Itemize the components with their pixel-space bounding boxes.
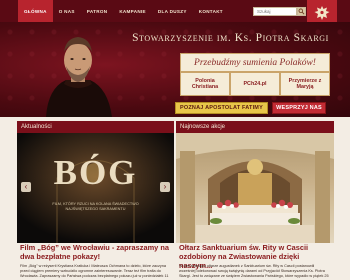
nav-item-kampanie[interactable]: KAMPANIE <box>113 0 152 22</box>
news-article-title[interactable]: Film „Bóg” we Wrocławiu - zapraszamy na … <box>20 243 172 262</box>
hero-banner: Stowarzyszenie im. Ks. Piotra Skargi Prz… <box>0 22 350 117</box>
motto-banner: Przebudźmy sumienia Polaków! <box>180 53 330 72</box>
nav-item-patron[interactable]: PATRON <box>81 0 114 22</box>
nav-item-glowna[interactable]: GŁÓWNA <box>18 0 53 22</box>
next-arrow-icon[interactable]: › <box>160 182 170 192</box>
hero-panel: Przebudźmy sumienia Polaków! Polonia Chr… <box>175 52 330 117</box>
patron-portrait <box>46 37 112 117</box>
events-header: Najnowsze akcje <box>176 121 334 133</box>
site-button-pch24[interactable]: PCh24.pl <box>230 72 280 96</box>
film-title: BÓG <box>53 153 138 192</box>
hero-title: Stowarzyszenie im. Ks. Piotra Skargi <box>132 32 329 44</box>
nav-item-o-nas[interactable]: O NAS <box>53 0 81 22</box>
partner-sites: Polonia Christiana PCh24.pl Przymierze z… <box>180 72 330 96</box>
search-button[interactable] <box>297 7 306 16</box>
top-navigation: GŁÓWNA O NAS PATRON KAMPANIE DLA DUSZY K… <box>0 0 350 26</box>
search-input[interactable] <box>253 7 297 16</box>
events-photo[interactable] <box>176 133 334 243</box>
nav-menu: GŁÓWNA O NAS PATRON KAMPANIE DLA DUSZY K… <box>18 0 229 22</box>
events-article-text: W tym miesiącu ołtarze augustianek z San… <box>179 264 329 280</box>
events-section: Najnowsze akcje Ołtarz Sanktuarium św. R… <box>176 121 334 280</box>
film-tagline: FILM, KTÓRY RZUCI NA KOLANA ŚWIADECTWO N… <box>52 202 139 211</box>
support-us-button[interactable]: WESPRZYJ NAS <box>272 102 326 114</box>
news-photo[interactable]: BÓG FILM, KTÓRY RZUCI NA KOLANA ŚWIADECT… <box>17 133 174 243</box>
nav-item-dla-duszy[interactable]: DLA DUSZY <box>152 0 193 22</box>
fatima-apostolate-button[interactable]: POZNAJ APOSTOLAT FATIMY <box>175 102 268 114</box>
news-section: Aktualności BÓG FILM, KTÓRY RZUCI NA KOL… <box>17 121 174 280</box>
prev-arrow-icon[interactable]: ‹ <box>21 182 31 192</box>
site-button-przymierze[interactable]: Przymierze z Maryją <box>280 72 330 96</box>
search-icon <box>298 8 305 15</box>
news-header: Aktualności <box>17 121 174 133</box>
site-button-polonia-christiana[interactable]: Polonia Christiana <box>180 72 230 96</box>
news-article-text: Film „Bóg” w reżyserii Krystiana Kratiuk… <box>20 264 169 280</box>
altar-scene <box>176 133 334 243</box>
nav-item-kontakt[interactable]: KONTAKT <box>193 0 229 22</box>
heraldic-eagle-icon <box>314 6 330 20</box>
